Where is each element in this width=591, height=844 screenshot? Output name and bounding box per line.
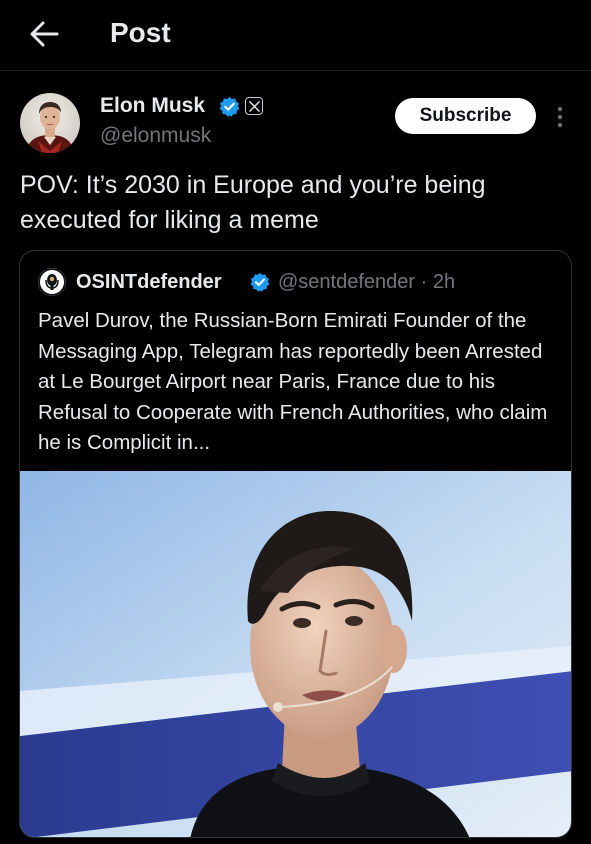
page-title: Post	[110, 17, 171, 48]
quoted-time: 2h	[432, 271, 456, 293]
top-bar: Post	[0, 0, 591, 71]
quoted-post[interactable]: OSINTdefender @sentdefender · 2h Pavel D…	[19, 250, 572, 838]
arrow-left-icon	[30, 21, 59, 47]
quoted-author-name: OSINTdefender	[76, 271, 222, 293]
post-text: POV: It’s 2030 in Europe and you’re bein…	[20, 171, 486, 234]
more-vertical-icon[interactable]	[549, 102, 571, 132]
back-button[interactable]	[24, 14, 64, 54]
quoted-image[interactable]	[20, 471, 571, 837]
author-avatar[interactable]	[20, 93, 80, 153]
author-handle[interactable]: @elonmusk	[100, 122, 211, 150]
quoted-meta: @sentdefender · 2h	[278, 271, 456, 293]
x-logo-icon	[245, 97, 263, 115]
quoted-text: Pavel Durov, the Russian-Born Emirati Fo…	[38, 309, 548, 454]
quoted-verified-icon	[250, 272, 270, 292]
subscribe-button[interactable]: Subscribe	[395, 98, 536, 134]
quoted-handle: @sentdefender	[278, 271, 416, 293]
photo-icon	[20, 471, 571, 837]
verified-badge-icon	[219, 96, 240, 117]
author-name[interactable]: Elon Musk	[100, 92, 205, 120]
quoted-avatar	[38, 268, 66, 296]
